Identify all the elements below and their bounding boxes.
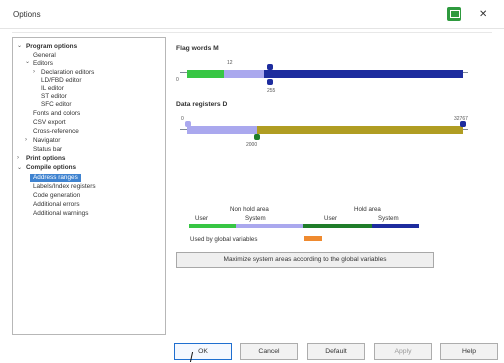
- divider: [12, 32, 492, 33]
- maximize-system-areas-button[interactable]: Maximize system areas according to the g…: [176, 252, 434, 268]
- tree-item-additional-errors[interactable]: Additional errors: [33, 201, 80, 209]
- default-button[interactable]: Default: [307, 343, 365, 360]
- tree-item-code-generation[interactable]: Code generation: [33, 192, 80, 200]
- tree-item-ld-fbd-editor[interactable]: LD/FBD editor: [41, 77, 82, 85]
- title-bar: Options ✕: [0, 0, 504, 29]
- collapse-icon[interactable]: ⌄: [17, 164, 22, 171]
- ok-button[interactable]: OK: [174, 343, 232, 360]
- flag-user-nonhold-bar: [187, 70, 224, 78]
- options-tree[interactable]: ⌄ Program options General ⌄ Editors › De…: [12, 37, 166, 335]
- data-marker-label: 2000: [246, 142, 258, 148]
- legend-hold-label: Hold area: [354, 206, 381, 213]
- app-icon: [447, 7, 461, 21]
- collapse-icon[interactable]: ⌄: [25, 58, 30, 65]
- data-left-slider[interactable]: [185, 121, 191, 127]
- data-start-label: 0: [181, 116, 184, 122]
- flag-words-title: Flag words M: [176, 45, 219, 52]
- legend-user-swatch: [189, 224, 236, 228]
- flag-start-label: 0: [176, 77, 179, 83]
- data-middle-slider[interactable]: [254, 134, 260, 140]
- tree-item-st-editor[interactable]: ST editor: [41, 93, 67, 101]
- flag-top-slider[interactable]: [267, 64, 273, 70]
- tree-item-fonts-colors[interactable]: Fonts and colors: [33, 110, 80, 118]
- mouse-pointer-icon: [189, 352, 202, 362]
- expand-icon[interactable]: ›: [33, 69, 35, 75]
- legend-system-hold-label: System: [378, 215, 399, 222]
- collapse-icon[interactable]: ⌄: [17, 42, 22, 49]
- flag-system-nonhold-bar: [224, 70, 264, 78]
- legend-global-label: Used by global variables: [190, 236, 258, 243]
- tree-item-csv-export[interactable]: CSV export: [33, 119, 66, 127]
- address-ranges-panel: Flag words M 12 0 255 Data registers D 0…: [172, 37, 492, 333]
- window-title: Options: [13, 10, 41, 19]
- legend-system-label: System: [245, 215, 266, 222]
- tree-item-program-options[interactable]: Program options: [26, 43, 77, 51]
- tree-item-address-ranges[interactable]: Address ranges: [30, 174, 81, 182]
- flag-marker-top-label: 12: [227, 60, 233, 66]
- tree-item-declaration-editors[interactable]: Declaration editors: [41, 69, 94, 77]
- legend-user-hold-swatch: [303, 224, 372, 228]
- tree-item-general[interactable]: General: [33, 52, 56, 60]
- tree-item-sfc-editor[interactable]: SFC editor: [41, 101, 72, 109]
- close-icon[interactable]: ✕: [479, 9, 487, 20]
- expand-icon[interactable]: ›: [25, 137, 27, 143]
- tree-item-additional-warnings[interactable]: Additional warnings: [33, 210, 88, 218]
- legend-system-hold-swatch: [372, 224, 419, 228]
- tree-item-navigator[interactable]: Navigator: [33, 137, 60, 145]
- apply-button: Apply: [374, 343, 432, 360]
- tree-item-compile-options[interactable]: Compile options: [26, 164, 76, 172]
- data-system-nonhold-bar: [187, 126, 257, 134]
- legend-global-swatch: [304, 236, 322, 241]
- legend-non-hold-label: Non hold area: [230, 206, 269, 213]
- data-right-slider[interactable]: [460, 121, 466, 127]
- help-button[interactable]: Help: [440, 343, 498, 360]
- expand-icon[interactable]: ›: [17, 155, 19, 161]
- tree-item-editors[interactable]: Editors: [33, 60, 53, 68]
- cancel-button[interactable]: Cancel: [240, 343, 298, 360]
- tree-item-cross-reference[interactable]: Cross-reference: [33, 128, 79, 136]
- legend-user-hold-label: User: [324, 215, 338, 222]
- tree-item-status-bar[interactable]: Status bar: [33, 146, 62, 154]
- tree-item-il-editor[interactable]: IL editor: [41, 85, 64, 93]
- data-hold-bar: [257, 126, 463, 134]
- tree-item-print-options[interactable]: Print options: [26, 155, 65, 163]
- legend-system-swatch: [236, 224, 303, 228]
- tree-item-labels-index-registers[interactable]: Labels/Index registers: [33, 183, 96, 191]
- flag-bottom-slider[interactable]: [267, 79, 273, 85]
- flag-end-label: 255: [267, 88, 276, 94]
- legend-user-label: User: [195, 215, 209, 222]
- flag-hold-bar: [264, 70, 463, 78]
- data-registers-title: Data registers D: [176, 101, 228, 108]
